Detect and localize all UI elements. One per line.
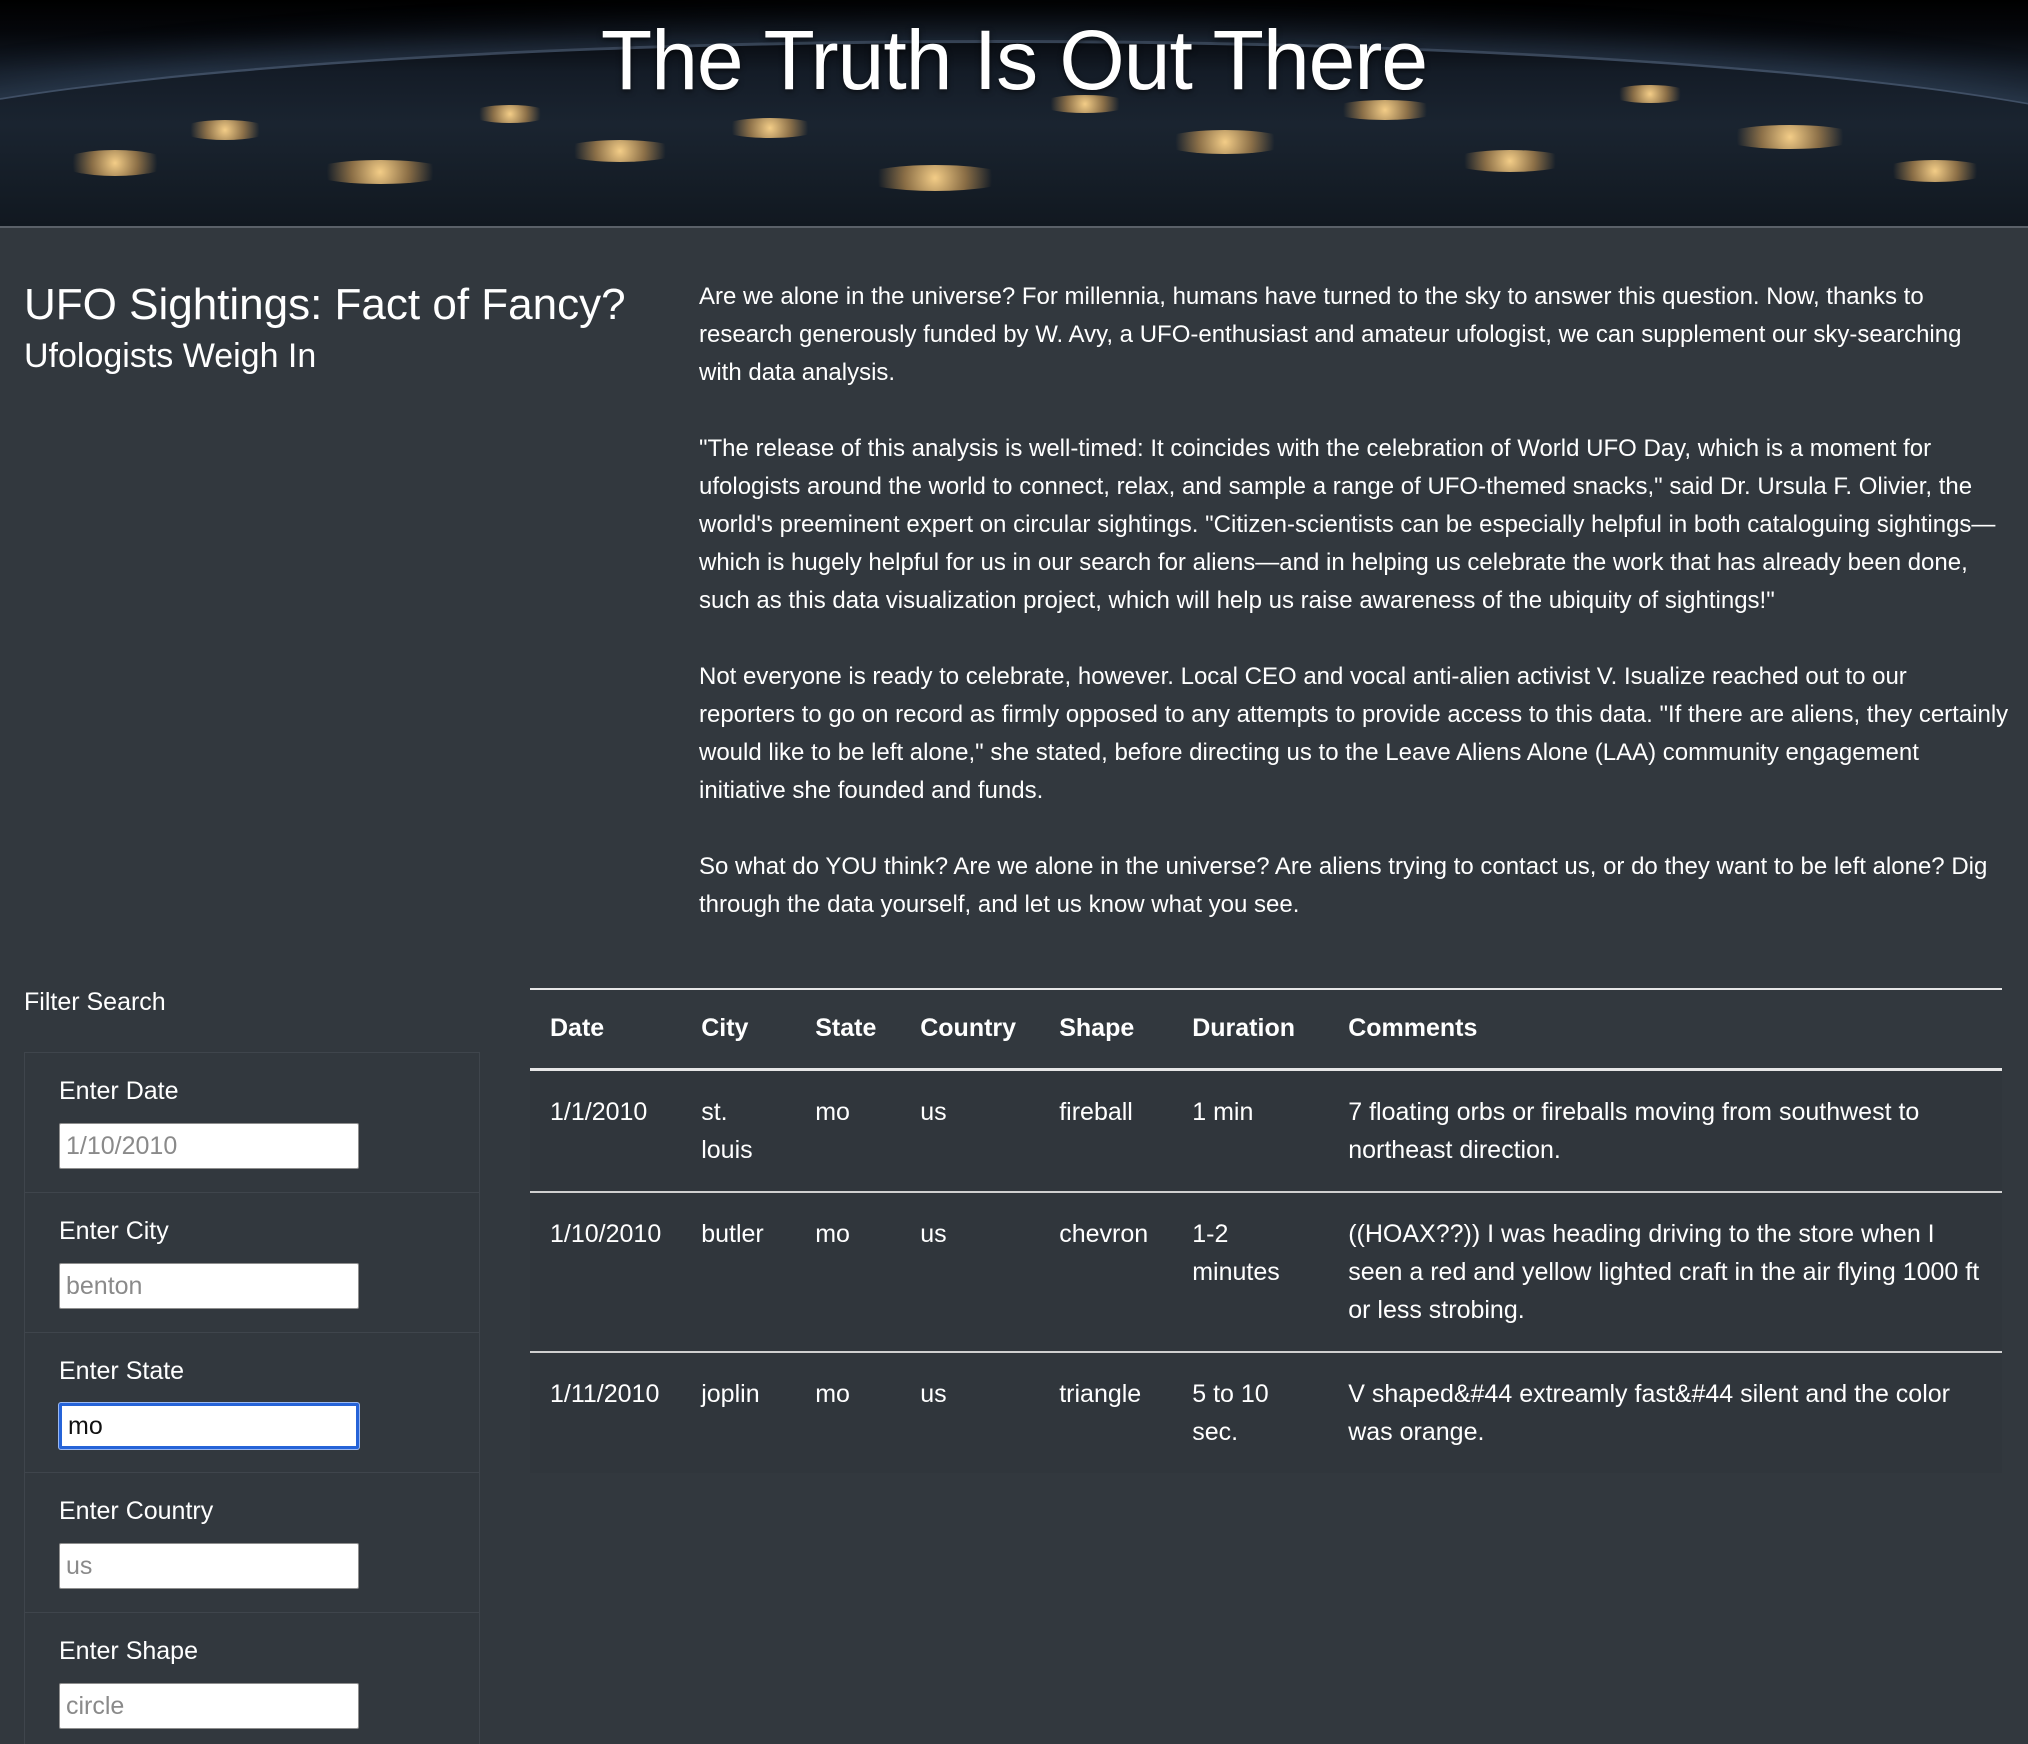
column-header-date: Date (530, 988, 682, 1071)
cell-state: mo (795, 1191, 901, 1353)
cell-state: mo (795, 1069, 901, 1193)
cell-shape: triangle (1039, 1351, 1173, 1473)
shape-input[interactable] (59, 1683, 359, 1729)
state-label: Enter State (59, 1357, 185, 1385)
table-body: 1/1/2010 st. louis mo us fireball 1 min … (530, 1069, 2002, 1473)
ufo-sightings-table: Date City State Country Shape Duration C… (530, 988, 2002, 1473)
column-header-duration: Duration (1172, 988, 1329, 1071)
page-heading: UFO Sightings: Fact of Fancy? Ufologists… (24, 278, 664, 378)
table-row: 1/10/2010 butler mo us chevron 1-2 minut… (530, 1191, 2002, 1353)
cell-country: us (900, 1069, 1040, 1193)
cell-city: st. louis (681, 1069, 796, 1193)
column-header-state: State (795, 988, 901, 1071)
date-label: Enter Date (59, 1077, 179, 1105)
article-paragraph: So what do YOU think? Are we alone in th… (699, 853, 1988, 918)
cell-comments: ((HOAX??)) I was heading driving to the … (1328, 1191, 2002, 1353)
column-header-comments: Comments (1328, 988, 2002, 1071)
article-paragraph: Are we alone in the universe? For millen… (699, 283, 1962, 386)
filter-panel: Enter Date Enter City Enter State Enter … (24, 1052, 480, 1744)
filter-date-item: Enter Date (25, 1053, 479, 1193)
shape-label: Enter Shape (59, 1637, 198, 1665)
article-paragraph: Not everyone is ready to celebrate, howe… (699, 663, 2009, 804)
cell-country: us (900, 1351, 1040, 1473)
cell-city: butler (681, 1191, 796, 1353)
table-header: Date City State Country Shape Duration C… (530, 988, 2002, 1071)
date-input[interactable] (59, 1123, 359, 1169)
page-title: UFO Sightings: Fact of Fancy? (24, 280, 626, 329)
filter-state-item: Enter State (25, 1333, 479, 1473)
cell-duration: 5 to 10 sec. (1172, 1351, 1329, 1473)
cell-shape: fireball (1039, 1069, 1173, 1193)
column-header-shape: Shape (1039, 988, 1173, 1071)
cell-comments: V shaped&#44 extreamly fast&#44 silent a… (1328, 1351, 2002, 1473)
city-input[interactable] (59, 1263, 359, 1309)
filter-search-title: Filter Search (24, 988, 166, 1016)
table-row: 1/11/2010 joplin mo us triangle 5 to 10 … (530, 1351, 2002, 1473)
cell-date: 1/11/2010 (530, 1351, 682, 1473)
cell-date: 1/1/2010 (530, 1069, 682, 1193)
cell-shape: chevron (1039, 1191, 1173, 1353)
filter-shape-item: Enter Shape (25, 1613, 479, 1744)
city-label: Enter City (59, 1217, 169, 1245)
site-title: The Truth Is Out There (600, 13, 1428, 107)
column-header-country: Country (900, 988, 1040, 1071)
filter-country-item: Enter Country (25, 1473, 479, 1613)
article-paragraph: "The release of this analysis is well-ti… (699, 435, 1996, 614)
filter-city-item: Enter City (25, 1193, 479, 1333)
cell-city: joplin (681, 1351, 796, 1473)
cell-country: us (900, 1191, 1040, 1353)
cell-duration: 1 min (1172, 1069, 1329, 1193)
hero-banner: The Truth Is Out There (0, 0, 2028, 228)
country-input[interactable] (59, 1543, 359, 1589)
table-header-row: Date City State Country Shape Duration C… (530, 988, 2002, 1071)
article-body: Are we alone in the universe? For millen… (699, 278, 2009, 962)
table-row: 1/1/2010 st. louis mo us fireball 1 min … (530, 1069, 2002, 1193)
cell-duration: 1-2 minutes (1172, 1191, 1329, 1353)
state-input[interactable] (59, 1403, 359, 1449)
page-subtitle: Ufologists Weigh In (24, 337, 317, 375)
cell-date: 1/10/2010 (530, 1191, 682, 1353)
column-header-city: City (681, 988, 796, 1071)
cell-state: mo (795, 1351, 901, 1473)
cell-comments: 7 floating orbs or fireballs moving from… (1328, 1069, 2002, 1193)
country-label: Enter Country (59, 1497, 214, 1525)
